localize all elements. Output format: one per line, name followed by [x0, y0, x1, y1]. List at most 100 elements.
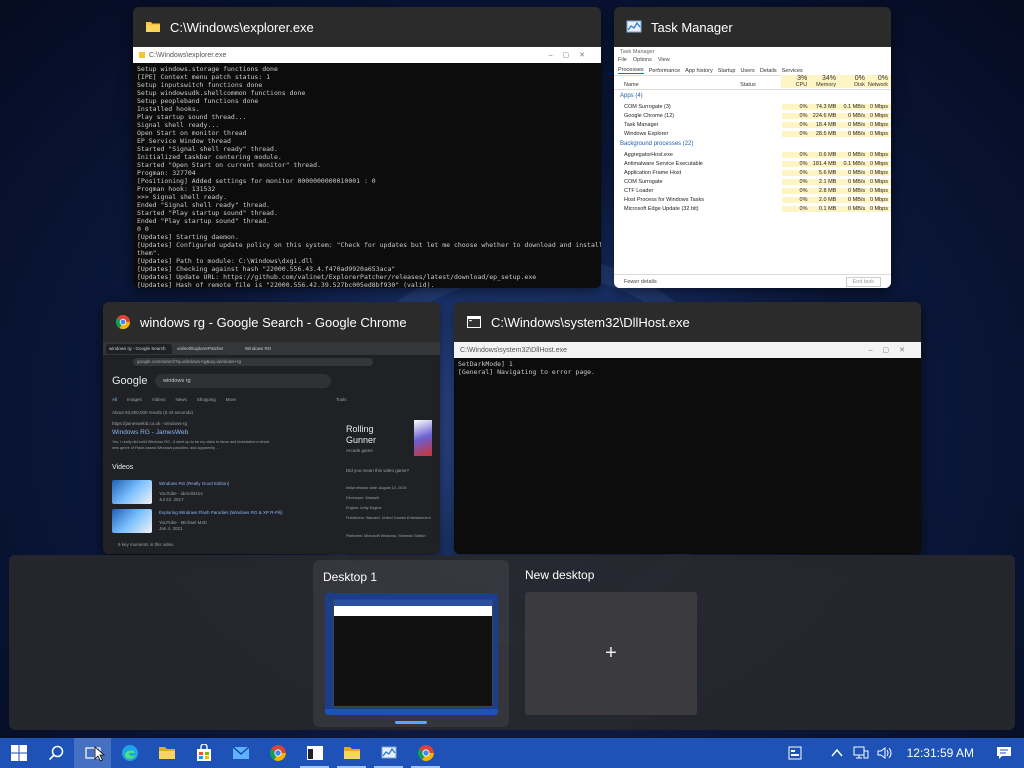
tm-tab-startup[interactable]: Startup	[718, 68, 736, 74]
search-button[interactable]	[37, 738, 74, 768]
taskbar-task-manager[interactable]	[370, 738, 407, 768]
notification-icon	[997, 747, 1011, 759]
kp-title: Rolling Gunner	[346, 424, 377, 445]
tm-process-row[interactable]: AggregatorHost.exe 0% 0.6 MB 0 MB/s 0 Mbps	[614, 150, 891, 159]
tm-cell-net: 0 Mbps	[868, 112, 891, 119]
video-thumbnail[interactable]	[112, 509, 152, 533]
notifications-button[interactable]	[984, 738, 1024, 768]
nav-videos[interactable]: Videos	[152, 397, 166, 402]
tm-process-row[interactable]: CTF Loader 0% 2.8 MB 0 MB/s 0 Mbps	[614, 186, 891, 195]
taskbar-chrome-running[interactable]	[407, 738, 444, 768]
volume-button[interactable]	[873, 738, 897, 768]
tm-cell-mem: 74.3 MB	[810, 103, 840, 110]
tm-process-row[interactable]: COM Surrogate (3) 0% 74.3 MB 0.1 MB/s 0 Mbps	[614, 102, 891, 111]
taskbar-edge[interactable]	[111, 738, 148, 768]
taskbar-store[interactable]	[185, 738, 222, 768]
tm-tab-performance[interactable]: Performance	[649, 68, 681, 74]
tm-cell-net: 0 Mbps	[868, 130, 891, 137]
network-icon	[853, 746, 869, 759]
chrome-tab[interactable]: valinet/ExplorerPatcher	[174, 343, 240, 354]
tm-cell-mem: 0.1 MB	[810, 205, 840, 212]
window-card-explorer[interactable]: C:\Windows\explorer.exe C:\Windows\explo…	[133, 7, 601, 288]
tm-process-row[interactable]: Task Manager 0% 18.4 MB 0 MB/s 0 Mbps	[614, 120, 891, 129]
show-hidden-icons-button[interactable]	[825, 738, 849, 768]
system-tray: 12:31:59 AM	[783, 738, 1024, 768]
google-search-box[interactable]: windows rg	[155, 374, 331, 388]
window-card-chrome[interactable]: windows rg - Google Search - Google Chro…	[103, 302, 440, 554]
nav-images[interactable]: Images	[127, 397, 142, 402]
console-line: Setup peopleband functions done	[137, 97, 259, 105]
tm-tab-services[interactable]: Services	[782, 68, 803, 74]
tm-app-list: COM Surrogate (3) 0% 74.3 MB 0.1 MB/s 0 Mbps…	[614, 102, 891, 138]
tm-tab-details[interactable]: Details	[760, 68, 777, 74]
video-title[interactable]: Windows RG (Really Good Edition)	[159, 481, 229, 486]
tm-process-row[interactable]: Windows Explorer 0% 28.5 MB 0 MB/s 0 Mbps	[614, 129, 891, 138]
desktop-1-thumbnail[interactable]	[325, 593, 498, 715]
kp-question: Did you mean this video game?	[346, 468, 410, 473]
taskbar-file-explorer[interactable]	[148, 738, 185, 768]
window-card-task-manager[interactable]: Task Manager Task Manager File Options V…	[614, 7, 891, 288]
taskbar-file-explorer-running[interactable]	[333, 738, 370, 768]
col-name[interactable]: Name	[614, 82, 740, 88]
nav-news[interactable]: News	[175, 397, 186, 402]
address-bar[interactable]: google.com/search?q=windows+rg&oq=window…	[133, 357, 373, 366]
tm-cell-mem: 0.6 MB	[810, 151, 840, 158]
tm-tab-app-history[interactable]: App history	[685, 68, 713, 74]
store-icon	[196, 744, 211, 761]
network-button[interactable]	[849, 738, 873, 768]
tm-process-row[interactable]: Host Process for Windows Tasks 0% 2.0 MB 0 …	[614, 195, 891, 204]
nav-more[interactable]: More	[226, 397, 236, 402]
taskbar-chrome[interactable]	[259, 738, 296, 768]
fewer-details-link[interactable]: Fewer details	[624, 279, 657, 285]
col-network[interactable]: 0% Network	[867, 75, 891, 88]
tm-menu-view[interactable]: View	[658, 57, 670, 66]
console-line: Setup windowsudk.shellcommon functions d…	[137, 89, 306, 97]
tm-tab-processes[interactable]: Processes	[618, 67, 644, 74]
clock[interactable]: 12:31:59 AM	[897, 746, 984, 760]
start-button[interactable]	[0, 738, 37, 768]
window-card-dllhost[interactable]: C:\Windows\system32\DllHost.exe C:\Windo…	[454, 302, 921, 554]
tray-app-button[interactable]	[783, 738, 807, 768]
new-desktop-button[interactable]: +	[525, 592, 697, 715]
taskbar: 12:31:59 AM	[0, 738, 1024, 768]
tm-cell-cpu: 0%	[781, 187, 811, 194]
tm-cell-disk: 0.1 MB/s	[839, 160, 869, 167]
tm-process-row[interactable]: Antimalware Service Executable 0% 181.4 MB…	[614, 159, 891, 168]
console-output: SetDarkMode] 1 [General] Navigating to er…	[454, 358, 921, 554]
taskbar-mail[interactable]	[222, 738, 259, 768]
result-title[interactable]: Windows RG - JamesWeb	[112, 429, 188, 436]
google-logo[interactable]: Google	[112, 375, 147, 387]
tm-menu-file[interactable]: File	[618, 57, 627, 66]
tm-cell-cpu: 0%	[781, 196, 811, 203]
chrome-tab[interactable]: Windows RG	[242, 343, 308, 354]
nav-shopping[interactable]: Shopping	[197, 397, 216, 402]
chrome-tab[interactable]: windows rg - Google Search	[106, 343, 172, 354]
tm-process-row[interactable]: Application Frame Host 0% 5.6 MB 0 MB/s 0 Mb…	[614, 168, 891, 177]
tm-process-row[interactable]: COM Surrogate 0% 2.1 MB 0 MB/s 0 Mbps	[614, 177, 891, 186]
video-thumbnail[interactable]	[112, 480, 152, 504]
chrome-toolbar: google.com/search?q=windows+rg&oq=window…	[103, 355, 440, 368]
col-memory[interactable]: 34% Memory	[810, 75, 840, 88]
taskbar-console-window[interactable]	[296, 738, 333, 768]
col-status[interactable]: Status	[740, 82, 781, 88]
video-title[interactable]: Exploring Windows Flash Parodies (Window…	[159, 510, 282, 515]
kp-image[interactable]	[414, 420, 432, 456]
result-url[interactable]: https://jameswebb.co.uk › windows-rg	[112, 421, 187, 426]
tm-cell-net: 0 Mbps	[868, 178, 891, 185]
tm-process-row[interactable]: Microsoft Edge Update (32 bit) 0% 0.1 MB 0 …	[614, 204, 891, 213]
tm-section-apps: Apps (4)	[620, 93, 643, 99]
tm-menu-options[interactable]: Options	[633, 57, 652, 66]
desktop-1-item[interactable]: Desktop 1	[313, 560, 509, 727]
col-disk[interactable]: 0% Disk	[839, 75, 868, 88]
console-line: Installed hooks.	[137, 105, 200, 113]
task-view-button[interactable]	[74, 738, 111, 768]
nav-all[interactable]: All	[112, 397, 117, 402]
console-titlebar: C:\Windows\system32\DllHost.exe –▢✕	[454, 342, 921, 358]
tm-tab-users[interactable]: Users	[740, 68, 754, 74]
end-task-button[interactable]: End task	[845, 276, 881, 287]
col-cpu[interactable]: 3% CPU	[781, 75, 811, 88]
tm-process-row[interactable]: Google Chrome (12) 0% 224.6 MB 0 MB/s 0 Mbps	[614, 111, 891, 120]
nav-tools[interactable]: Tools	[336, 397, 347, 402]
view-more-link[interactable]: 6 key moments in this video	[118, 542, 174, 547]
console-line: EP Service Window thread	[137, 137, 231, 145]
